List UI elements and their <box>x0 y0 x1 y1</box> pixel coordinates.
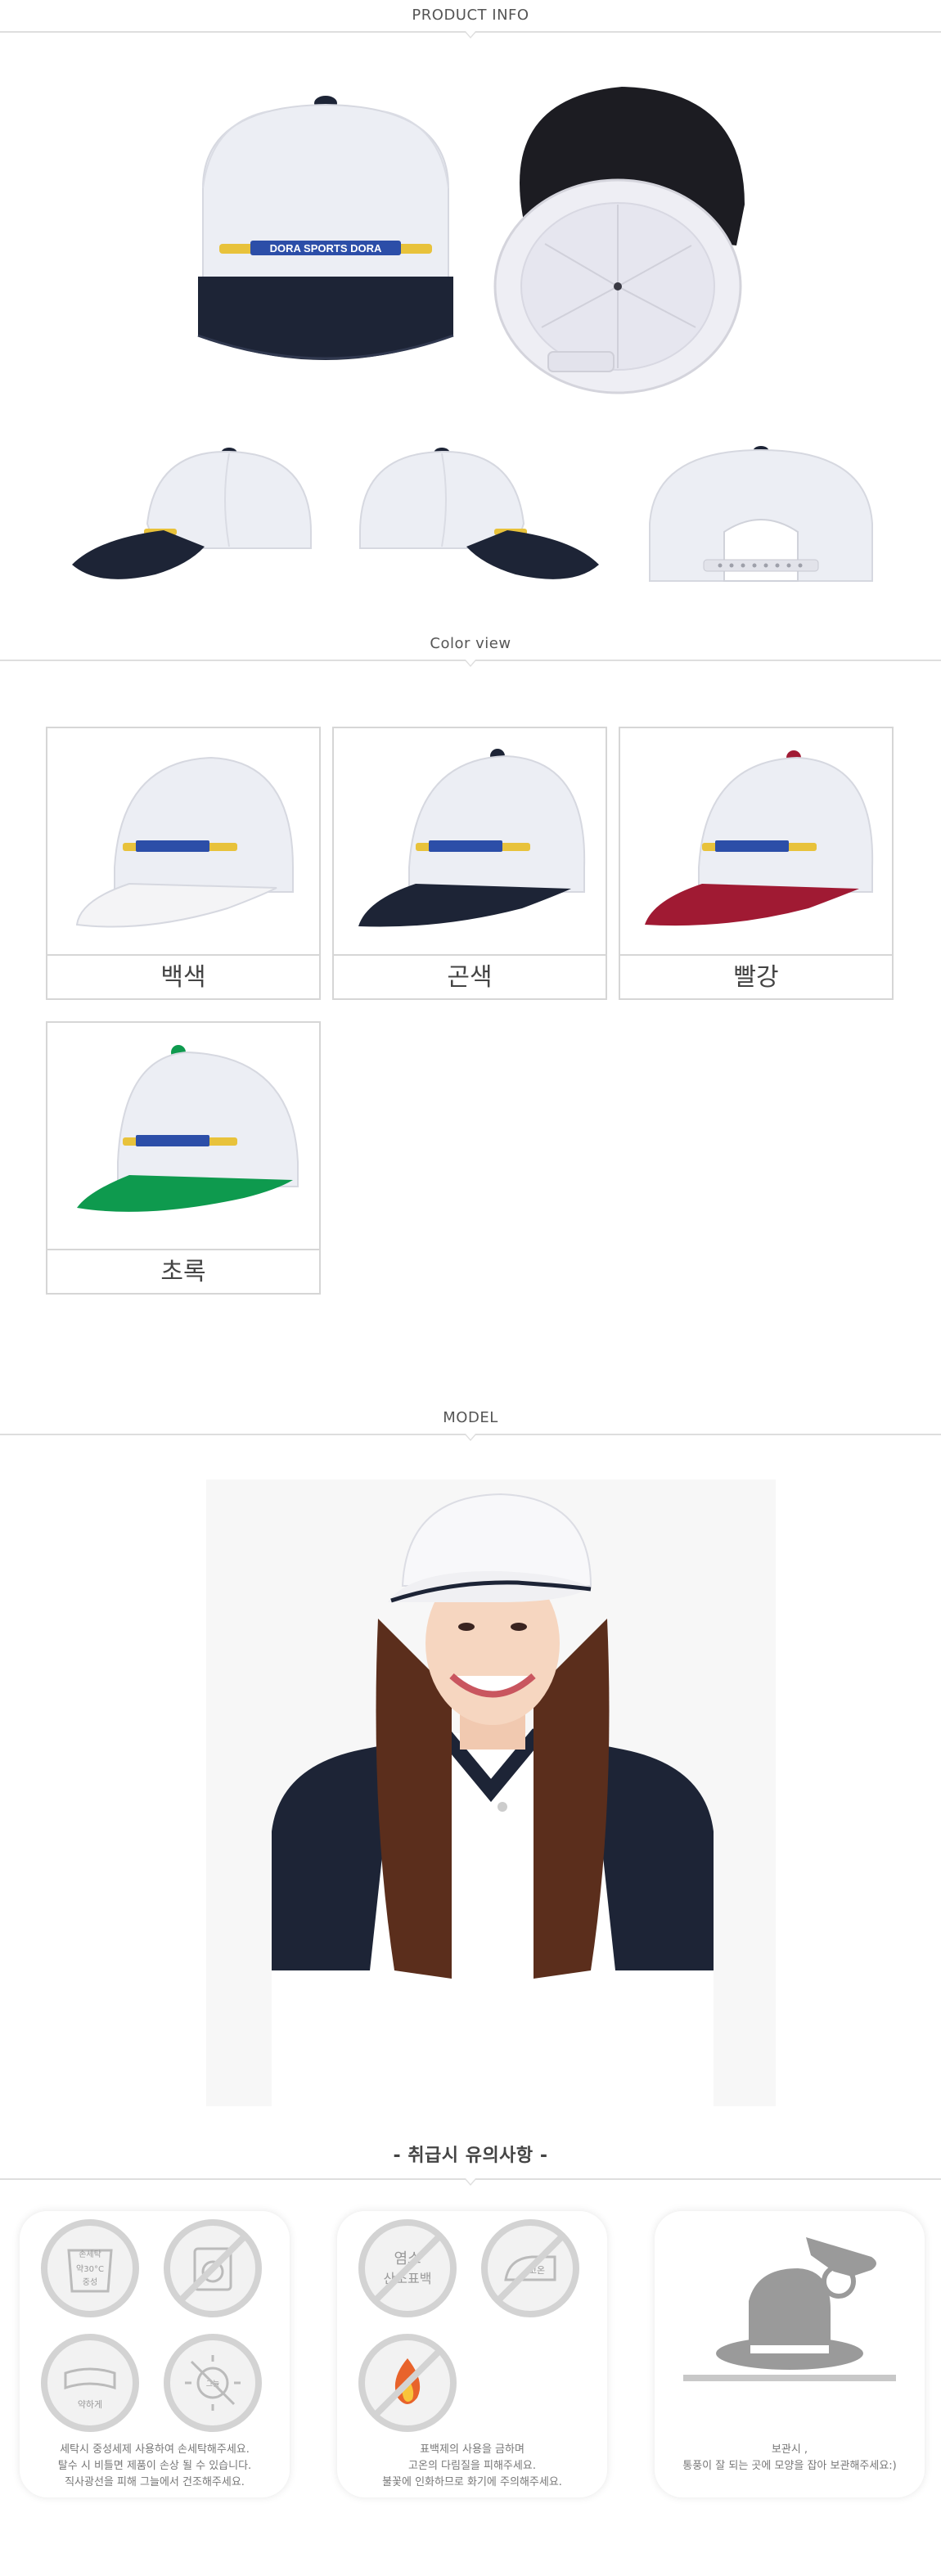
care-header: - 취급시 유의사항 - <box>0 2131 941 2186</box>
svg-text:약30°C: 약30°C <box>76 2264 104 2274</box>
section-title: MODEL <box>443 1409 498 1426</box>
color-swatch-white[interactable]: 백색 <box>46 727 321 1000</box>
divider-notch-inner <box>466 2178 475 2184</box>
svg-text:손세탁: 손세탁 <box>79 2249 101 2259</box>
cap-swatch-image <box>47 1023 319 1249</box>
cap-swatch-image <box>334 728 606 954</box>
svg-text:약하게: 약하게 <box>78 2398 102 2410</box>
color-label: 빨강 <box>620 954 892 1000</box>
care-note: 세탁시 중성세제 사용하여 손세탁해주세요. 탈수 시 비틀면 제품이 손상 될… <box>57 2443 252 2488</box>
cap-underside-view <box>493 87 745 394</box>
care-card-storage: 보관시 , 통풍이 잘 되는 곳에 모양을 잡아 보관해주세요:) <box>655 2211 925 2497</box>
color-label: 초록 <box>47 1249 319 1295</box>
cap-swatch-image <box>620 728 892 954</box>
no-bleach-icon: 염소 산소표백 <box>358 2219 457 2317</box>
no-fire-icon <box>358 2334 457 2432</box>
hand-wash-icon: 손세탁 약30°C 중성 <box>41 2219 139 2317</box>
cap-side-right-view <box>359 448 599 579</box>
color-swatch-red[interactable]: 빨강 <box>619 727 894 1000</box>
divider-notch-inner <box>466 31 475 37</box>
color-label: 곤색 <box>334 954 606 1000</box>
hat-storage-icon <box>683 2237 896 2381</box>
section-title: - 취급시 유의사항 - <box>393 2146 548 2166</box>
care-note: 표백제의 사용을 금하며 고온의 다림질을 피해주세요. 불꽃에 인화하므로 화… <box>382 2443 562 2488</box>
section-title: PRODUCT INFO <box>412 7 529 24</box>
color-label: 백색 <box>47 954 319 1000</box>
color-swatch-green[interactable]: 초록 <box>46 1021 321 1295</box>
model-header: MODEL <box>0 1403 941 1441</box>
cap-swatch-image <box>47 728 319 954</box>
svg-text:중성: 중성 <box>83 2277 97 2287</box>
color-view-header: Color view <box>0 628 941 667</box>
cap-front-view: DORA SPORTS DORA <box>197 96 454 360</box>
section-title: Color view <box>430 635 511 652</box>
cap-back-view <box>649 446 873 582</box>
care-card-washing: 손세탁 약30°C 중성 약하게 그늘 세탁시 중성세제 사용하여 손세탁해주 <box>20 2211 290 2497</box>
no-sunlight-icon: 그늘 <box>164 2334 262 2432</box>
iron-high-icon: 고온 <box>481 2219 579 2317</box>
care-note: 보관시 , 통풍이 잘 되는 곳에 모양을 잡아 보관해주세요:) <box>682 2443 897 2472</box>
wring-gently-icon: 약하게 <box>41 2334 139 2432</box>
care-card-bleach-iron: 염소 산소표백 고온 표백제의 사용을 금하며 고온의 다림질을 피해주세요. … <box>337 2211 607 2497</box>
divider-notch-inner <box>466 1434 475 1439</box>
color-swatch-navy[interactable]: 곤색 <box>332 727 607 1000</box>
divider-notch-inner <box>466 660 475 665</box>
product-info-header: PRODUCT INFO <box>0 0 941 38</box>
no-dry-clean-icon <box>164 2219 262 2317</box>
embroidery-text: DORA SPORTS DORA <box>270 242 382 254</box>
cap-side-left-view <box>72 448 312 579</box>
model-photo <box>206 1479 776 2106</box>
